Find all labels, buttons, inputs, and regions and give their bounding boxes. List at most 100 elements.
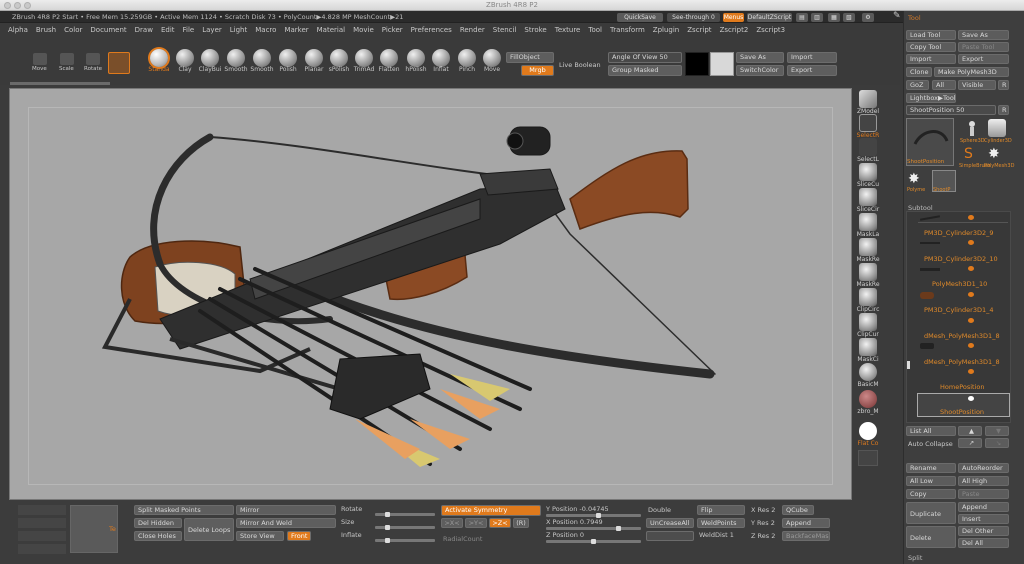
split-masked-points-button[interactable]: Split Masked Points — [134, 505, 234, 515]
mirror-button[interactable]: Mirror — [236, 505, 336, 515]
subtool-name-4[interactable]: PM3D_Cylinder3D1_4 — [924, 306, 994, 314]
main-color-swatch[interactable] — [685, 52, 709, 76]
brush-hpolish-icon[interactable] — [407, 49, 425, 67]
save-as-button[interactable]: Save As — [736, 52, 784, 63]
split-section-header[interactable]: Split — [908, 554, 922, 562]
menu-preferences[interactable]: Preferences — [411, 26, 452, 34]
menu-material[interactable]: Material — [317, 26, 345, 34]
menu-stencil[interactable]: Stencil — [493, 26, 517, 34]
menu-brush[interactable]: Brush — [36, 26, 56, 34]
menu-movie[interactable]: Movie — [353, 26, 374, 34]
menu-color[interactable]: Color — [64, 26, 82, 34]
subtool-row-6[interactable] — [918, 341, 1008, 351]
mirror-and-weld-button[interactable]: Mirror And Weld — [236, 518, 336, 528]
clone-button[interactable]: Clone — [906, 67, 932, 77]
auto-collapse-toggle[interactable]: Auto Collapse — [908, 440, 953, 448]
shoot-position-r-button[interactable]: R — [998, 105, 1009, 115]
weld-points-button[interactable]: WeldPoints — [697, 518, 745, 528]
angle-of-view-slider[interactable]: Angle Of View 50 — [608, 52, 682, 63]
layout-icon-2[interactable]: ▥ — [811, 13, 823, 22]
paste-tool-button[interactable]: Paste Tool — [958, 42, 1009, 52]
brush-flatten-icon[interactable] — [380, 49, 398, 67]
close-holes-button[interactable]: Close Holes — [134, 531, 182, 541]
menu-file[interactable]: File — [183, 26, 195, 34]
z-position-slider[interactable] — [546, 539, 641, 544]
subtool-name-8[interactable]: ShootPosition — [940, 408, 984, 416]
menu-transform[interactable]: Transform — [610, 26, 645, 34]
brush-claybuildup-icon[interactable] — [201, 49, 219, 67]
import-tool-button[interactable]: Import — [906, 54, 956, 64]
group-masked-button[interactable]: Group Masked — [608, 65, 682, 76]
menu-picker[interactable]: Picker — [382, 26, 403, 34]
material-flat-color[interactable]: Flat Co — [856, 422, 880, 447]
symmetry-x-button[interactable]: >X< — [441, 518, 463, 528]
subtool-scrollbar[interactable] — [907, 361, 910, 369]
radial-count-slider[interactable]: RadialCount — [443, 535, 482, 543]
subtool-name-3[interactable]: PolyMesh3D1_10 — [932, 280, 987, 288]
material-zbro[interactable]: zbro_M — [856, 390, 880, 415]
brush-inflate-icon[interactable] — [432, 49, 450, 67]
subtool-name-6[interactable]: dMesh_PolyMesh3D1_8 — [924, 358, 1000, 366]
rename-button[interactable]: Rename — [906, 463, 956, 473]
menu-marker[interactable]: Marker — [284, 26, 308, 34]
menu-zplugin[interactable]: Zplugin — [653, 26, 679, 34]
paste-subtool-button[interactable]: Paste — [958, 489, 1009, 499]
tool-zmodeler[interactable]: ZModel — [856, 90, 880, 115]
x-position-value[interactable]: X Position 0.7949 — [546, 518, 603, 526]
y-position-slider[interactable] — [546, 513, 641, 518]
goz-visible-button[interactable]: Visible — [958, 80, 996, 90]
subtool-row-3[interactable] — [918, 264, 1008, 274]
append-button[interactable]: Append — [782, 518, 830, 528]
secondary-color-swatch[interactable] — [710, 52, 734, 76]
x-position-slider[interactable] — [546, 526, 641, 531]
brush-standard-icon[interactable] — [150, 49, 168, 67]
load-tool-button[interactable]: Load Tool — [906, 30, 956, 40]
append-subtool-button[interactable]: Append — [958, 502, 1009, 512]
tool-select-lasso[interactable]: SelectL — [856, 138, 880, 163]
mrgb-button[interactable]: Mrgb — [521, 65, 554, 76]
menu-zscript2[interactable]: Zscript2 — [720, 26, 749, 34]
y-res-value[interactable]: Y Res 2 — [751, 519, 775, 527]
menu-draw[interactable]: Draw — [135, 26, 153, 34]
move-gizmo-icon[interactable] — [33, 53, 47, 65]
auto-reorder-button[interactable]: AutoReorder — [958, 463, 1009, 473]
crossbow-model[interactable] — [10, 89, 851, 499]
delete-loops-button[interactable]: Delete Loops — [184, 518, 234, 541]
move-down-arrow-icon[interactable]: ▼ — [985, 426, 1009, 436]
quicksave-button[interactable]: QuickSave — [617, 13, 663, 22]
subtool-action-icon[interactable]: ↗ — [958, 438, 982, 448]
fill-object-button[interactable]: FillObject — [506, 52, 554, 63]
sphere3d-thumb-icon[interactable] — [964, 119, 980, 137]
menu-tool[interactable]: Tool — [588, 26, 602, 34]
uncrease-all-button[interactable]: UnCreaseAll — [646, 518, 694, 528]
layout-icon-3[interactable]: ▦ — [828, 13, 840, 22]
move-up-arrow-icon[interactable]: ▲ — [958, 426, 982, 436]
tool-select-rect[interactable]: SelectR — [856, 114, 880, 139]
polymesh3d-thumb-icon[interactable]: ✸ — [988, 146, 1006, 162]
shoot-position-slider[interactable]: ShootPosition 50 — [906, 105, 996, 115]
menu-zscript3[interactable]: Zscript3 — [756, 26, 785, 34]
symmetry-y-button[interactable]: >Y< — [465, 518, 487, 528]
tool-mask-lasso[interactable]: MaskLa — [856, 213, 880, 238]
export-button[interactable]: Export — [787, 65, 837, 76]
import-button[interactable]: Import — [787, 52, 837, 63]
menu-alpha[interactable]: Alpha — [8, 26, 28, 34]
subtool-row-4[interactable] — [918, 290, 1008, 300]
brush-polish-icon[interactable] — [279, 49, 297, 67]
x-res-value[interactable]: X Res 2 — [751, 506, 775, 514]
insert-subtool-button[interactable]: Insert — [958, 514, 1009, 524]
brush-move-icon[interactable] — [483, 49, 501, 67]
z-position-value[interactable]: Z Position 0 — [546, 531, 584, 539]
size-slider[interactable] — [375, 525, 435, 530]
floor-icon[interactable] — [858, 450, 878, 466]
rotate-slider[interactable] — [375, 512, 435, 517]
all-low-button[interactable]: All Low — [906, 476, 956, 486]
tool-mask-circle[interactable]: MaskCi — [856, 338, 880, 363]
menu-macro[interactable]: Macro — [255, 26, 276, 34]
brush-planar-icon[interactable] — [305, 49, 323, 67]
list-all-button[interactable]: List All — [906, 426, 956, 436]
z-res-value[interactable]: Z Res 2 — [751, 532, 775, 540]
tool-slice-curve[interactable]: SliceCu — [856, 163, 880, 188]
qcube-button[interactable]: QCube — [782, 505, 814, 515]
rotate-gizmo-icon[interactable] — [86, 53, 100, 65]
